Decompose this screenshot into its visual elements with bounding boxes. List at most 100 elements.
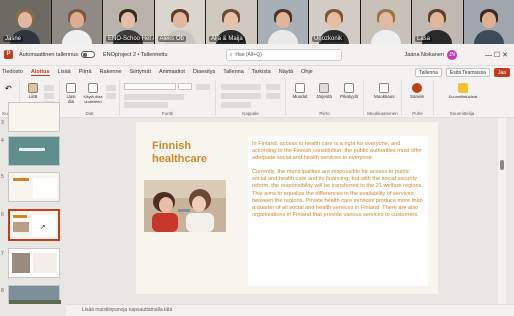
avatar[interactable]: JN: [446, 49, 457, 60]
slide-body-textbox[interactable]: In Finland, access to health care is a r…: [248, 136, 428, 286]
undo-icon[interactable]: ↶: [5, 84, 12, 93]
copy-button[interactable]: [44, 93, 54, 99]
group-label-paragraph: Kappale: [242, 111, 259, 116]
slide-canvas[interactable]: Finnish healthcare In Finland, access to…: [136, 122, 438, 294]
font-style-buttons[interactable]: [124, 94, 184, 100]
window-controls[interactable]: — ☐ ✕: [485, 51, 508, 59]
tab-ohje[interactable]: Ohje: [301, 69, 313, 76]
share-button[interactable]: Jaa: [493, 67, 510, 77]
quick-styles-label: Pikatyylit: [340, 94, 358, 99]
tab-näytä[interactable]: Näytä: [279, 69, 293, 76]
slide-thumbnail[interactable]: [8, 248, 60, 278]
thumb-text-box: [33, 253, 57, 273]
participant-video-tile[interactable]: [463, 0, 514, 44]
arrange-button[interactable]: Järjestä: [314, 83, 334, 99]
cut-button[interactable]: [44, 85, 54, 91]
designer-icon: [458, 83, 468, 93]
ribbon-commands: ↶ Kumoa Liitä Leikepöytä Uusi dia Käytä …: [0, 78, 514, 118]
slide-thumbnail[interactable]: [8, 102, 60, 132]
reset-button[interactable]: [106, 93, 116, 99]
thumb-photo: [13, 222, 29, 232]
font-family-select[interactable]: [124, 83, 176, 90]
new-slide-button[interactable]: Uusi dia: [64, 83, 78, 104]
reuse-slides-button[interactable]: Käytä diaa uudelleen: [82, 83, 104, 104]
font-color-buttons[interactable]: [124, 102, 168, 108]
tab-tarkista[interactable]: Tarkista: [252, 69, 271, 76]
record-button[interactable]: Tallenna: [415, 67, 442, 77]
designer-button[interactable]: Suunnitteluideat: [448, 83, 478, 99]
present-teams-button[interactable]: Esitä Teamsissa: [445, 67, 490, 77]
tab-tallenna[interactable]: Tallenna: [223, 69, 244, 76]
slide-number: 7: [1, 251, 4, 257]
slide-thumbnail-selected[interactable]: ➚: [8, 209, 60, 241]
slide-thumbnail-panel: 3 4 5 6 ➚ 7 8: [0, 102, 66, 315]
new-slide-icon: [66, 83, 76, 93]
tab-list: Tiedosto Aloitus Lisää Piirrä Rakenne Siirtym…: [0, 69, 321, 76]
tab-tiedosto[interactable]: Tiedosto: [2, 69, 23, 76]
participant-name: ENO-Schoo Het Assoc...: [106, 36, 154, 42]
columns-button[interactable]: [221, 102, 251, 108]
tab-animaatiot[interactable]: Animaatiot: [159, 69, 185, 76]
tab-aloitus[interactable]: Aloitus: [30, 69, 50, 76]
dictate-button[interactable]: Sanele: [410, 83, 424, 99]
participant-video-tile[interactable]: [360, 0, 411, 44]
vertical-scrollbar[interactable]: [498, 118, 506, 304]
slide-number: 4: [1, 138, 4, 144]
slide-title[interactable]: Finnish healthcare: [152, 140, 232, 166]
mouse-pointer-icon: ➚: [40, 224, 46, 231]
status-left: [0, 304, 66, 316]
editing-button[interactable]: Muokkaus: [374, 83, 395, 99]
participant-face: [275, 12, 290, 28]
align-text-button[interactable]: [266, 93, 280, 99]
paste-button[interactable]: Liitä: [26, 83, 40, 99]
participant-face: [481, 12, 496, 28]
autosave-toggle[interactable]: [81, 51, 96, 58]
participant-face: [69, 12, 84, 28]
participant-name: Lasa: [415, 36, 433, 42]
participant-video-tile[interactable]: [51, 0, 102, 44]
search-box[interactable]: ⌕ Hae (Alt+Q): [225, 48, 342, 61]
tab-diaesitys[interactable]: Diaesitys: [193, 69, 215, 76]
notes-pane[interactable]: Lisää muistiinpanoja napsauttamalla tätä: [66, 304, 514, 316]
participant-video-tile[interactable]: Lasa: [412, 0, 463, 44]
quick-styles-button[interactable]: Pikatyylit: [338, 83, 360, 99]
participant-video-tile[interactable]: ENO-Schoo Het Assoc...: [103, 0, 154, 44]
group-label-voice: Puhe: [412, 111, 423, 116]
shapes-button[interactable]: Muodot: [290, 83, 310, 99]
group-label-slides: Diat: [85, 111, 94, 116]
participant-video-tile[interactable]: [257, 0, 308, 44]
dictate-label: Sanele: [410, 94, 425, 99]
thumb-title-line: [19, 148, 45, 151]
document-title[interactable]: ENOproject 2 • Tallennettu: [103, 52, 168, 58]
participant-video-tile[interactable]: Jasne: [0, 0, 51, 44]
slide-thumbnail[interactable]: [8, 136, 60, 166]
alignment-buttons[interactable]: [221, 93, 261, 99]
slide-paragraph: In Finland, access to health care is a r…: [252, 141, 422, 162]
participant-face: [121, 12, 136, 28]
tab-lisää[interactable]: Lisää: [58, 69, 71, 76]
participant-video-tile[interactable]: Alja & Maija: [206, 0, 257, 44]
scrollbar-thumb[interactable]: [500, 160, 504, 170]
font-grow-shrink[interactable]: [196, 84, 210, 90]
list-buttons[interactable]: [221, 84, 261, 90]
participant-video-tile[interactable]: Aleks Ob: [154, 0, 205, 44]
tab-piirrä[interactable]: Piirrä: [79, 69, 92, 76]
group-label-drawing: Piirto: [319, 111, 330, 116]
shapes-icon: [295, 83, 305, 93]
slide-editor: Finnish healthcare In Finland, access to…: [66, 118, 506, 304]
participant-video-tile[interactable]: Ugozkonik: [309, 0, 360, 44]
slide-paragraph: Currently, the municipalities are respon…: [252, 169, 423, 218]
paste-label: Liitä: [28, 94, 38, 99]
text-direction-button[interactable]: [266, 84, 280, 90]
healthcare-photo[interactable]: [144, 180, 226, 232]
group-paragraph: Kappale: [216, 80, 286, 116]
ribbon-right-actions: Tallenna Esitä Teamsissa Jaa: [415, 67, 510, 77]
font-size-select[interactable]: [178, 83, 192, 90]
thumb-title-line: [13, 215, 27, 218]
layout-button[interactable]: [106, 85, 116, 91]
clipboard-icon: [28, 83, 38, 93]
slide-thumbnail[interactable]: [8, 172, 60, 202]
tab-rakenne[interactable]: Rakenne: [100, 69, 122, 76]
participant-face: [224, 12, 239, 28]
tab-siirtymät[interactable]: Siirtymät: [130, 69, 151, 76]
